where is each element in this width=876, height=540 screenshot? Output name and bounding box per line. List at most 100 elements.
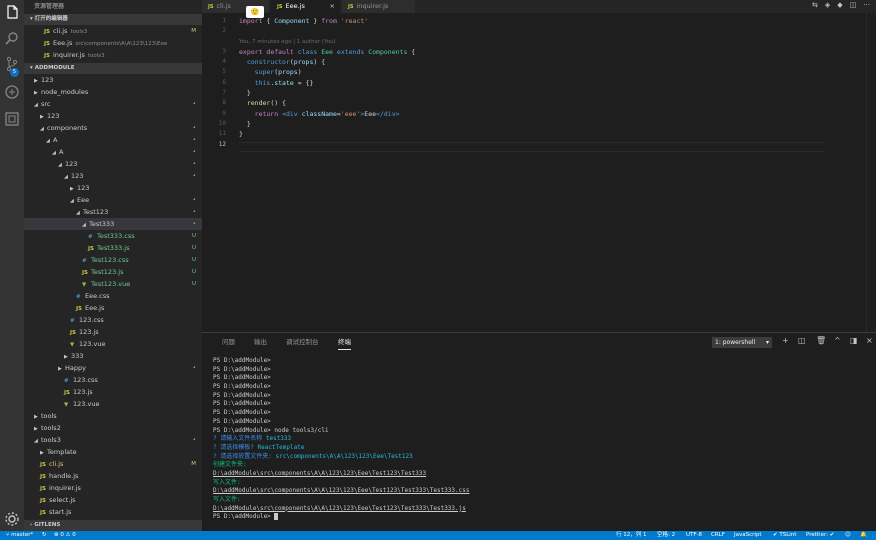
open-editor-item[interactable]: JS cli.js tools3 M [24, 25, 202, 37]
tree-file[interactable]: ▼ 123.vue [24, 398, 202, 410]
cursor-position[interactable]: 行 12，列 1 [616, 531, 647, 540]
tree-folder[interactable]: ▶ tools [24, 410, 202, 422]
open-editors-header[interactable]: ▾ 打开的编辑器 [24, 14, 202, 25]
line-number: 2 [222, 27, 226, 35]
code-editor[interactable]: 🙂 1 2 3 4 5 6 7 8 9 10 11 12 import { Component } f… [202, 6, 876, 332]
tree-file[interactable]: JS 123.js [24, 326, 202, 338]
git-icon[interactable]: ◈ [825, 1, 830, 9]
tree-file[interactable]: JS cli.js M [24, 458, 202, 470]
tree-file[interactable]: #123.css [24, 374, 202, 386]
split-terminal-icon[interactable]: ◫ [798, 336, 806, 345]
line-number: 6 [222, 78, 226, 86]
tree-folder[interactable]: ◢ src • [24, 98, 202, 110]
tree-item-label: tools2 [41, 424, 61, 432]
tree-folder[interactable]: ▶ node_modules [24, 86, 202, 98]
tree-file[interactable]: # Test333.css U [24, 230, 202, 242]
project-header[interactable]: ▾ ADDMODULE [24, 63, 202, 74]
tree-file[interactable]: JS start.js [24, 506, 202, 518]
line-number: 8 [222, 99, 226, 107]
gear-icon[interactable] [4, 511, 20, 527]
open-editor-label: inquirer.js [53, 51, 85, 59]
tree-folder[interactable]: ◢ Eee • [24, 194, 202, 206]
tab-output[interactable]: 输出 [254, 333, 267, 351]
debug-icon[interactable] [4, 84, 20, 100]
code-line: export default class Eee extends Compone… [239, 47, 416, 56]
tree-item-label: node_modules [41, 88, 89, 96]
tree-file[interactable]: ▼ Test123.vue U [24, 278, 202, 290]
tree-item-label: Test123.css [91, 256, 129, 264]
trash-icon[interactable]: 🗑 [816, 336, 826, 345]
tree-file[interactable]: #123.css [24, 314, 202, 326]
maximize-panel-icon[interactable]: ^ [834, 336, 841, 345]
tree-folder[interactable]: ▶ Happy • [24, 362, 202, 374]
feedback-icon[interactable]: ☺ [845, 531, 851, 540]
panel-layout-icon[interactable]: ◨ [850, 336, 858, 345]
editor-scrollbar[interactable] [866, 13, 876, 332]
git-status: • [192, 437, 196, 443]
indentation[interactable]: 空格: 2 [657, 531, 675, 540]
tree-file[interactable]: JS Test333.js U [24, 242, 202, 254]
close-panel-icon[interactable]: × [866, 336, 873, 345]
tree-folder[interactable]: ◢ 123 • [24, 170, 202, 182]
line-ending[interactable]: CRLF [711, 531, 725, 540]
tree-item-label: start.js [49, 508, 72, 516]
tree-item-label: Template [47, 448, 77, 456]
compare-icon[interactable]: ⇆ [812, 1, 818, 9]
tree-folder[interactable]: ▶ 123 [24, 74, 202, 86]
sync-icon[interactable]: ↻ [42, 531, 47, 540]
tree-folder[interactable]: ◢ components • [24, 122, 202, 134]
files-icon[interactable] [4, 4, 20, 20]
tree-folder[interactable]: ◢ A • [24, 146, 202, 158]
tree-file[interactable]: JS 123.js [24, 386, 202, 398]
tab-inquirer-js[interactable]: JS inquirer.js [342, 0, 416, 13]
tree-file[interactable]: JS handle.js [24, 470, 202, 482]
tree-file[interactable]: ▼ 123.vue [24, 338, 202, 350]
tree-folder[interactable]: ▶ Template [24, 446, 202, 458]
split-editor-icon[interactable]: ◫ [850, 1, 857, 9]
tree-file[interactable]: # Eee.css [24, 290, 202, 302]
branch-indicator[interactable]: ⑂ master* [6, 531, 33, 540]
code-line: render() { [246, 99, 286, 108]
tree-folder[interactable]: ▶ tools2 [24, 422, 202, 434]
open-changes-icon[interactable]: ◆ [837, 1, 842, 9]
tree-folder[interactable]: ◢ A • [24, 134, 202, 146]
tree-folder[interactable]: ◢ Test123 • [24, 206, 202, 218]
tree-file[interactable]: # Test123.css U [24, 254, 202, 266]
tree-file[interactable]: JS inquirer.js [24, 482, 202, 494]
encoding[interactable]: UTF-8 [686, 531, 702, 540]
git-status: • [192, 125, 196, 131]
explorer-sidebar: 资源管理器 ▾ 打开的编辑器 JS cli.js tools3 M JS Eee.js sr… [24, 0, 202, 531]
search-icon[interactable] [4, 30, 20, 46]
tab-eee-js[interactable]: JS Eee.js × [271, 0, 341, 13]
terminal-output[interactable]: PS D:\addModule> PS D:\addModule> PS D:\ad… [213, 357, 469, 522]
tab-problems[interactable]: 问题 [222, 333, 235, 351]
tree-folder[interactable]: ▶ 333 [24, 350, 202, 362]
gitlens-header[interactable]: › GITLENS [24, 520, 202, 531]
open-editor-desc: tools3 [87, 53, 105, 59]
prettier-status[interactable]: Prettier: ✔ [806, 531, 834, 540]
tree-file[interactable]: JS select.js [24, 494, 202, 506]
tab-terminal[interactable]: 终端 [338, 334, 351, 350]
terminal-line: 写入文件: [213, 496, 241, 503]
bell-icon[interactable]: 🔔 [860, 531, 867, 540]
problems-indicator[interactable]: ⊗ 0 ⚠ 0 [54, 531, 76, 540]
code-line: import { Component } from 'react' [239, 17, 369, 25]
open-editor-item[interactable]: JS inquirer.js tools3 [24, 49, 202, 61]
tree-folder[interactable]: ◢ Test333 • [24, 218, 202, 230]
tree-folder[interactable]: ▶ 123 [24, 182, 202, 194]
open-editor-item[interactable]: JS Eee.js src\components\A\A\123\123\Eee [24, 37, 202, 49]
extensions-icon[interactable] [4, 111, 20, 127]
tree-folder[interactable]: ◢ 123 • [24, 158, 202, 170]
tree-file[interactable]: JS Test123.js U [24, 266, 202, 278]
new-terminal-icon[interactable]: + [782, 336, 789, 345]
tree-folder[interactable]: ◢ tools3 • [24, 434, 202, 446]
tree-file[interactable]: JS Eee.js [24, 302, 202, 314]
more-icon[interactable]: ··· [863, 1, 870, 9]
tree-folder[interactable]: ▶ 123 [24, 110, 202, 122]
tab-debug-console[interactable]: 调试控制台 [286, 333, 319, 351]
tree-item-label: inquirer.js [49, 484, 81, 492]
close-icon[interactable]: × [330, 0, 335, 13]
tslint-status[interactable]: ✔ TSLint [773, 531, 796, 540]
language-mode[interactable]: JavaScript [734, 531, 762, 540]
terminal-selector[interactable]: 1: powershell ▾ [712, 337, 772, 348]
